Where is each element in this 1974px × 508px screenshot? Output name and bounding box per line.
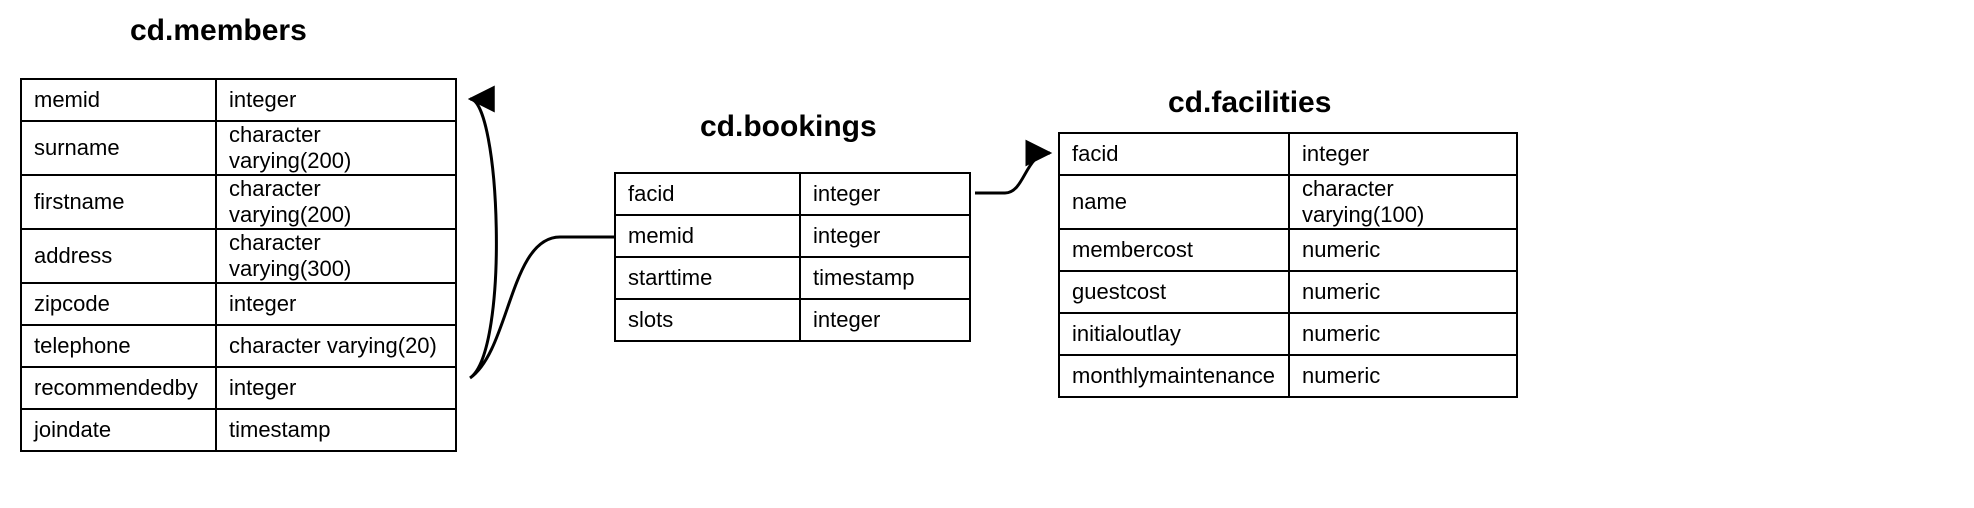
col-type: integer bbox=[216, 367, 456, 409]
col-name: membercost bbox=[1059, 229, 1289, 271]
col-type: numeric bbox=[1289, 271, 1517, 313]
col-name: zipcode bbox=[21, 283, 216, 325]
col-type: timestamp bbox=[216, 409, 456, 451]
col-name: guestcost bbox=[1059, 271, 1289, 313]
col-name: telephone bbox=[21, 325, 216, 367]
col-name: firstname bbox=[21, 175, 216, 229]
members-table: memid integer surname character varying(… bbox=[20, 78, 457, 452]
col-name: joindate bbox=[21, 409, 216, 451]
col-type: integer bbox=[216, 283, 456, 325]
facilities-table: facid integer name character varying(100… bbox=[1058, 132, 1518, 398]
col-type: character varying(100) bbox=[1289, 175, 1517, 229]
col-name: recommendedby bbox=[21, 367, 216, 409]
col-name: slots bbox=[615, 299, 800, 341]
table-row: joindate timestamp bbox=[21, 409, 456, 451]
table-row: facid integer bbox=[615, 173, 970, 215]
table-row: telephone character varying(20) bbox=[21, 325, 456, 367]
table-row: memid integer bbox=[615, 215, 970, 257]
table-row: slots integer bbox=[615, 299, 970, 341]
col-type: character varying(200) bbox=[216, 175, 456, 229]
table-row: facid integer bbox=[1059, 133, 1517, 175]
table-row: initialoutlay numeric bbox=[1059, 313, 1517, 355]
table-row: zipcode integer bbox=[21, 283, 456, 325]
col-name: memid bbox=[615, 215, 800, 257]
col-name: name bbox=[1059, 175, 1289, 229]
bookings-table: facid integer memid integer starttime ti… bbox=[614, 172, 971, 342]
col-type: numeric bbox=[1289, 355, 1517, 397]
table-row: firstname character varying(200) bbox=[21, 175, 456, 229]
fk-bookings-memid-to-members-memid bbox=[470, 99, 614, 378]
col-name: address bbox=[21, 229, 216, 283]
col-type: character varying(300) bbox=[216, 229, 456, 283]
table-row: monthlymaintenance numeric bbox=[1059, 355, 1517, 397]
table-row: name character varying(100) bbox=[1059, 175, 1517, 229]
col-type: integer bbox=[800, 173, 970, 215]
col-type: numeric bbox=[1289, 229, 1517, 271]
facilities-title: cd.facilities bbox=[1168, 86, 1331, 120]
col-type: integer bbox=[800, 299, 970, 341]
table-row: membercost numeric bbox=[1059, 229, 1517, 271]
table-row: surname character varying(200) bbox=[21, 121, 456, 175]
col-type: character varying(200) bbox=[216, 121, 456, 175]
col-type: character varying(20) bbox=[216, 325, 456, 367]
table-row: starttime timestamp bbox=[615, 257, 970, 299]
table-row: memid integer bbox=[21, 79, 456, 121]
col-type: numeric bbox=[1289, 313, 1517, 355]
table-row: guestcost numeric bbox=[1059, 271, 1517, 313]
col-type: integer bbox=[1289, 133, 1517, 175]
col-name: initialoutlay bbox=[1059, 313, 1289, 355]
col-name: starttime bbox=[615, 257, 800, 299]
col-name: monthlymaintenance bbox=[1059, 355, 1289, 397]
col-name: facid bbox=[1059, 133, 1289, 175]
members-title: cd.members bbox=[130, 14, 307, 48]
col-type: integer bbox=[216, 79, 456, 121]
col-type: timestamp bbox=[800, 257, 970, 299]
col-name: memid bbox=[21, 79, 216, 121]
fk-bookings-facid-to-facilities-facid bbox=[975, 153, 1050, 193]
table-row: recommendedby integer bbox=[21, 367, 456, 409]
col-name: facid bbox=[615, 173, 800, 215]
table-row: address character varying(300) bbox=[21, 229, 456, 283]
col-name: surname bbox=[21, 121, 216, 175]
col-type: integer bbox=[800, 215, 970, 257]
bookings-title: cd.bookings bbox=[700, 110, 877, 144]
